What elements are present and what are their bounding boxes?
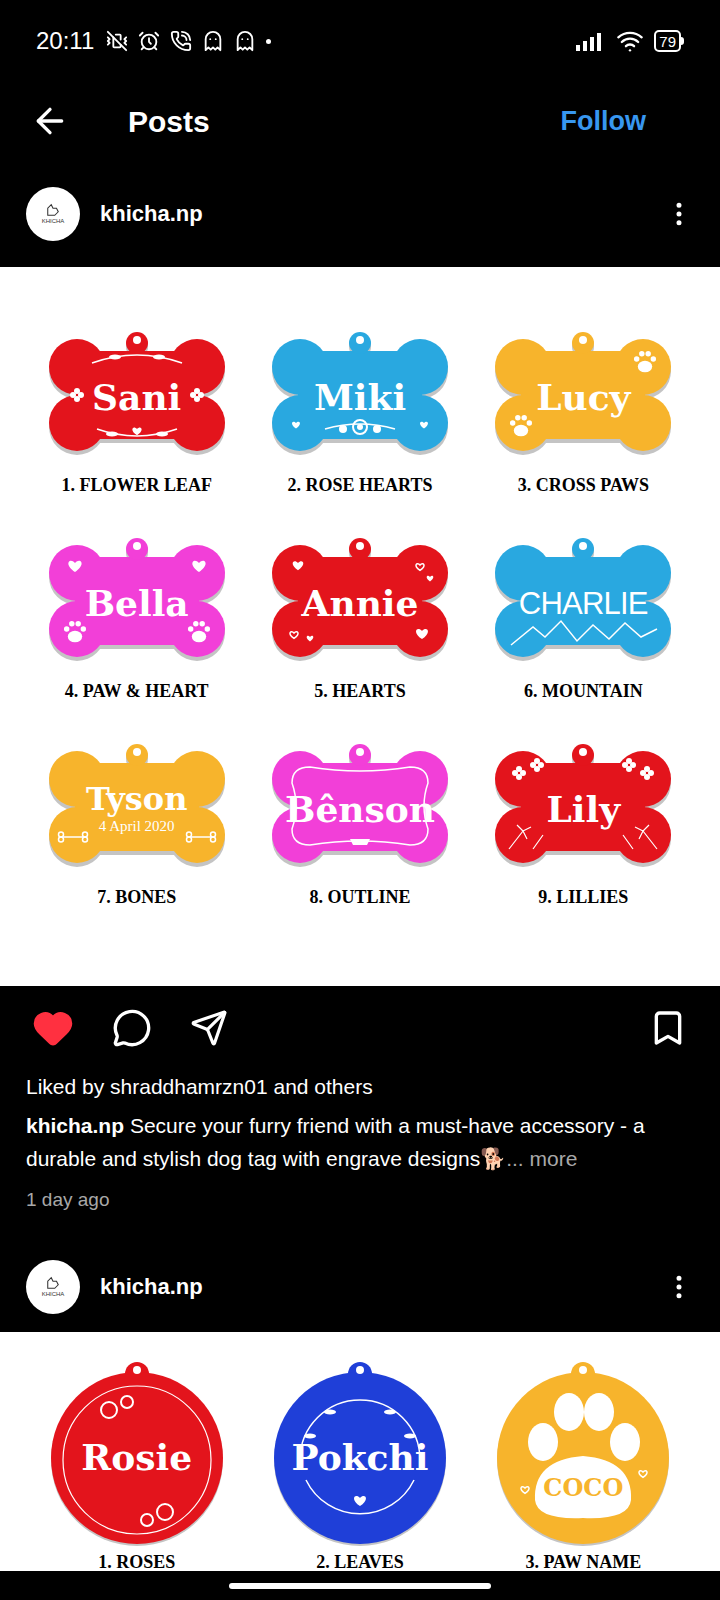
signal-icon <box>576 31 606 51</box>
dog-logo-icon <box>44 1276 62 1290</box>
bone-tag: CHARLIE <box>493 537 673 663</box>
bone-tag: Miki <box>270 331 450 457</box>
round-tag: Pokchi <box>270 1360 450 1546</box>
more-options-icon[interactable] <box>664 199 694 229</box>
follow-button[interactable]: Follow <box>561 101 646 142</box>
tag-item: CHARLIE 6. MOUNTAIN <box>472 537 695 703</box>
tag-item: Miki 2. ROSE HEARTS <box>248 331 471 497</box>
tag-label: 7. BONES <box>97 885 176 909</box>
status-bar: 20:11 79 <box>0 0 720 82</box>
tag-name: Annie <box>302 585 419 621</box>
tag-name: Pokchi <box>292 1439 429 1475</box>
wifi-icon <box>616 27 644 55</box>
more-link[interactable]: ... more <box>506 1147 577 1170</box>
tag-name: COCO <box>543 1476 623 1500</box>
tag-item: Bênson 8. OUTLINE <box>248 743 471 909</box>
tag-item: Lucy 3. CROSS PAWS <box>472 331 695 497</box>
tag-item: Tyson 4 April 2020 7. BONES <box>25 743 248 909</box>
post-header: KHICHA khicha.np <box>0 160 720 267</box>
round-tag: COCO <box>493 1360 673 1546</box>
post-text: Liked by shraddhamrzn01 and others khicha… <box>0 1070 720 1216</box>
tag-label: 9. LILLIES <box>538 885 628 909</box>
more-options-icon[interactable] <box>664 1272 694 1302</box>
tag-label: 6. MOUNTAIN <box>524 679 643 703</box>
tag-date: 4 April 2020 <box>99 817 175 836</box>
app: 20:11 79 Posts Follow KHICHA khicha.np Sani 1. … <box>0 0 720 1600</box>
dog-logo-icon <box>44 203 62 217</box>
navigation-bar <box>0 1571 720 1600</box>
round-shape-icon <box>493 1360 673 1546</box>
tag-item: Lily 9. LILLIES <box>472 743 695 909</box>
comment-icon[interactable] <box>112 1008 152 1048</box>
avatar[interactable]: KHICHA <box>26 1260 80 1314</box>
tag-label: 2. ROSE HEARTS <box>288 473 433 497</box>
post-author[interactable]: khicha.np <box>100 1270 203 1303</box>
post-image: Rosie 1. ROSES Pokchi 2. LEAVES COCO 3. PAW N… <box>0 1332 720 1571</box>
tag-label: 5. HEARTS <box>314 679 405 703</box>
tag-item: Sani 1. FLOWER LEAF <box>25 331 248 497</box>
tag-name: CHARLIE <box>519 588 648 619</box>
action-row <box>0 986 720 1070</box>
like-icon[interactable] <box>32 1007 74 1049</box>
bone-tag: Annie <box>270 537 450 663</box>
tag-item: COCO 3. PAW NAME <box>472 1360 695 1571</box>
home-indicator[interactable] <box>229 1583 491 1589</box>
bone-tag: Lucy <box>493 331 673 457</box>
snapchat-icon <box>234 30 256 52</box>
battery-icon: 79 <box>654 30 684 52</box>
post-image: Sani 1. FLOWER LEAF Miki 2. ROSE HEARTS Lucy… <box>0 267 720 986</box>
liked-by[interactable]: Liked by shraddhamrzn01 and others <box>26 1070 694 1103</box>
call-icon <box>170 30 192 52</box>
tag-label: 1. FLOWER LEAF <box>61 473 212 497</box>
tag-label: 8. OUTLINE <box>309 885 410 909</box>
tag-label: 2. LEAVES <box>316 1550 404 1571</box>
tag-name: Lucy <box>536 379 630 415</box>
tag-name: Tyson <box>86 783 188 815</box>
share-icon[interactable] <box>190 1009 228 1047</box>
page-title: Posts <box>128 99 210 144</box>
tag-item: Rosie 1. ROSES <box>25 1360 248 1571</box>
bone-tag: Bênson <box>270 743 450 869</box>
bone-tag: Tyson 4 April 2020 <box>47 743 227 869</box>
tag-label: 3. PAW NAME <box>525 1550 641 1571</box>
tag-item: Pokchi 2. LEAVES <box>248 1360 471 1571</box>
tag-name: Lily <box>547 791 621 827</box>
post-author[interactable]: khicha.np <box>100 197 203 230</box>
caption: khicha.np Secure your furry friend with … <box>26 1109 694 1175</box>
tag-name: Bênson <box>285 791 435 827</box>
post-header: KHICHA khicha.np <box>0 1241 720 1332</box>
bone-tag: Lily <box>493 743 673 869</box>
tag-label: 4. PAW & HEART <box>65 679 209 703</box>
avatar[interactable]: KHICHA <box>26 187 80 241</box>
tag-name: Bella <box>85 585 189 621</box>
tag-label: 1. ROSES <box>98 1550 175 1571</box>
back-icon[interactable] <box>30 101 70 141</box>
tag-label: 3. CROSS PAWS <box>518 473 649 497</box>
status-time: 20:11 <box>36 23 94 59</box>
tag-name: Sani <box>92 379 181 415</box>
tag-item: Bella 4. PAW & HEART <box>25 537 248 703</box>
tag-name: Rosie <box>81 1439 192 1475</box>
vibrate-off-icon <box>106 30 128 52</box>
post-time: 1 day ago <box>26 1183 694 1216</box>
top-bar: Posts Follow <box>0 82 720 160</box>
tag-item: Annie 5. HEARTS <box>248 537 471 703</box>
tag-name: Miki <box>314 379 406 415</box>
dot-icon <box>266 39 271 44</box>
bone-tag: Bella <box>47 537 227 663</box>
round-tag: Rosie <box>47 1360 227 1546</box>
bone-tag: Sani <box>47 331 227 457</box>
save-icon[interactable] <box>648 1008 688 1048</box>
alarm-icon <box>138 30 160 52</box>
snapchat-icon <box>202 30 224 52</box>
